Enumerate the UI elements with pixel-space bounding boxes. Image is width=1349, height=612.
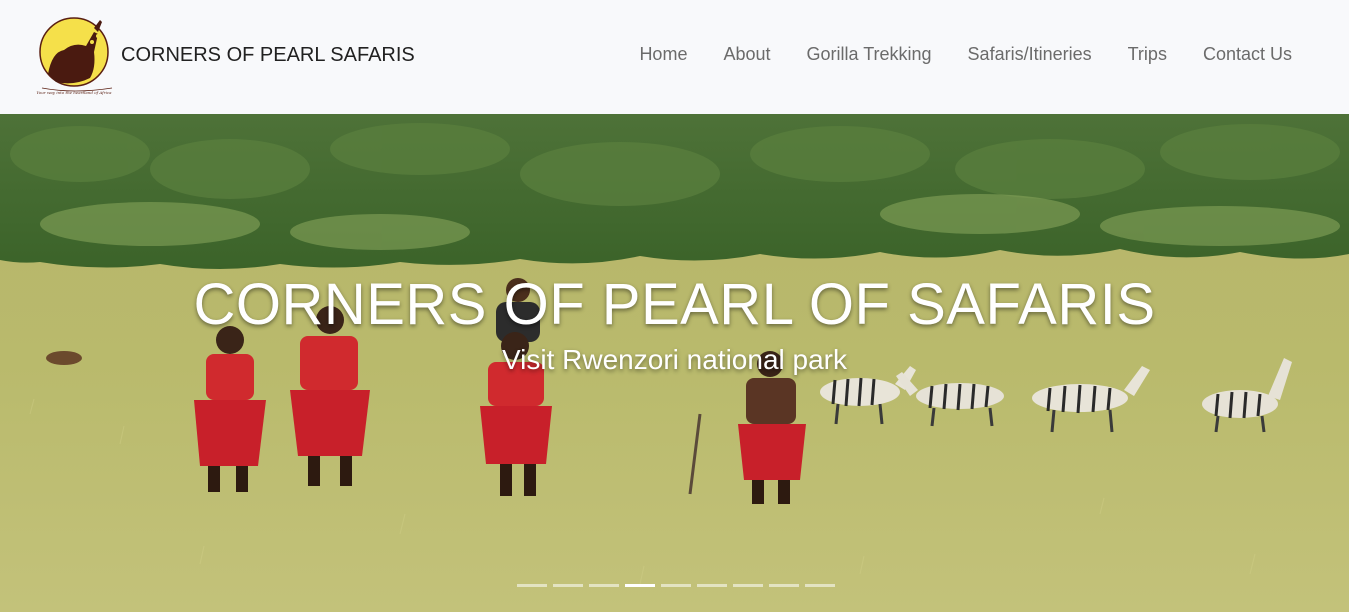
brand-name[interactable]: CORNERS OF PEARL SAFARIS [121, 44, 415, 67]
carousel-indicator[interactable] [697, 584, 727, 587]
nav-safaris-itineries[interactable]: Safaris/Itineries [968, 44, 1092, 65]
carousel-indicator[interactable] [805, 584, 835, 587]
carousel-indicator[interactable] [769, 584, 799, 587]
carousel-indicator[interactable] [733, 584, 763, 587]
hero-title: CORNERS OF PEARL OF SAFARIS [193, 272, 1156, 337]
hero-subtitle: Visit Rwenzori national park [502, 344, 847, 375]
carousel-indicator[interactable] [589, 584, 619, 587]
nav-contact-us[interactable]: Contact Us [1203, 44, 1292, 65]
svg-text:Your way into the heartland of: Your way into the heartland of Africa [37, 90, 113, 95]
main-nav: Home About Gorilla Trekking Safaris/Itin… [603, 44, 1292, 65]
nav-home[interactable]: Home [639, 44, 687, 65]
site-header: Your way into the heartland of Africa CO… [0, 0, 1349, 114]
nav-about[interactable]: About [723, 44, 770, 65]
brand[interactable]: Your way into the heartland of Africa CO… [34, 12, 415, 98]
nav-trips[interactable]: Trips [1128, 44, 1167, 65]
carousel-indicators [517, 584, 835, 587]
logo-icon[interactable]: Your way into the heartland of Africa [34, 12, 118, 98]
carousel-indicator[interactable] [553, 584, 583, 587]
carousel-indicator[interactable] [625, 584, 655, 587]
hero-carousel[interactable]: CORNERS OF PEARL OF SAFARIS Visit Rwenzo… [0, 114, 1349, 612]
carousel-indicator[interactable] [517, 584, 547, 587]
nav-gorilla-trekking[interactable]: Gorilla Trekking [807, 44, 932, 65]
carousel-indicator[interactable] [661, 584, 691, 587]
